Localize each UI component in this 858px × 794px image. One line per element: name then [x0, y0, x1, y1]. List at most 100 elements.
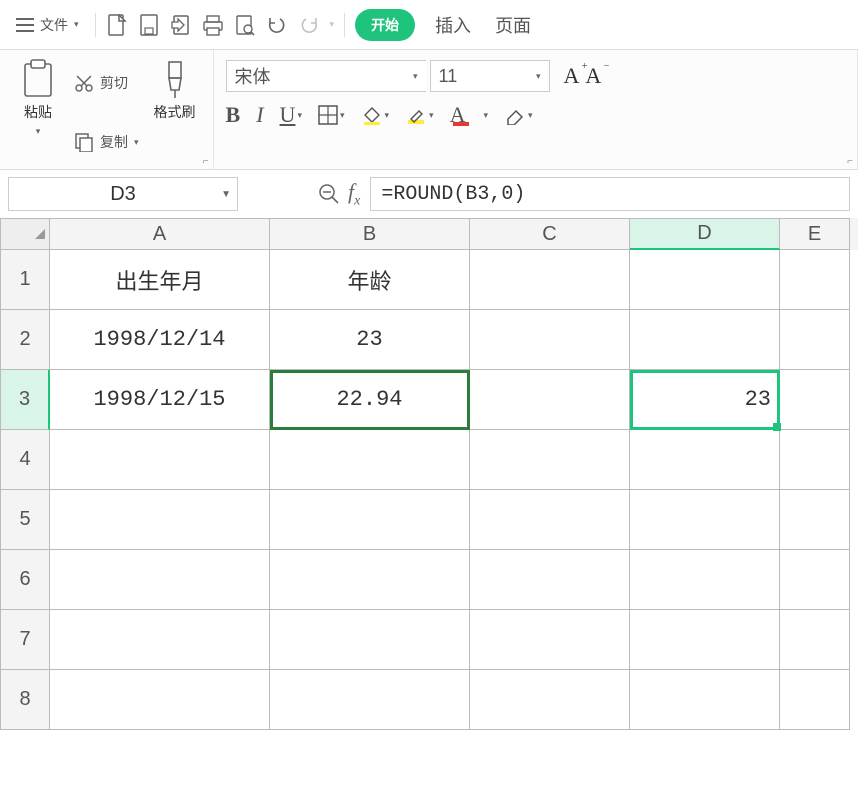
tab-start[interactable]: 开始: [355, 9, 415, 41]
cell-C8[interactable]: [470, 670, 630, 730]
triangle-icon: [35, 229, 45, 239]
tab-insert[interactable]: 插入: [435, 12, 471, 38]
row-header-6[interactable]: 6: [0, 550, 50, 610]
cut-button[interactable]: 剪切: [74, 73, 139, 93]
cell-D8[interactable]: [630, 670, 780, 730]
cell-D5[interactable]: [630, 490, 780, 550]
name-box[interactable]: D3 ▼: [8, 177, 238, 211]
row-header-7[interactable]: 7: [0, 610, 50, 670]
table-row: 1 出生年月 年龄: [0, 250, 858, 310]
row-header-2[interactable]: 2: [0, 310, 50, 370]
cell-D7[interactable]: [630, 610, 780, 670]
row-header-4[interactable]: 4: [0, 430, 50, 490]
table-row: 3 1998/12/15 22.94 23: [0, 370, 858, 430]
col-header-B[interactable]: B: [270, 218, 470, 250]
font-name-select[interactable]: 宋体 ▾: [226, 60, 426, 92]
row-header-8[interactable]: 8: [0, 670, 50, 730]
cell-A8[interactable]: [50, 670, 270, 730]
cell-B8[interactable]: [270, 670, 470, 730]
cell-E2[interactable]: [780, 310, 850, 370]
grow-font-button[interactable]: A+: [564, 63, 580, 89]
cell-D3[interactable]: 23: [630, 370, 780, 430]
cell-B3[interactable]: 22.94: [270, 370, 470, 430]
formula-value: =ROUND(B3,0): [381, 183, 525, 206]
cell-C1[interactable]: [470, 250, 630, 310]
cell-E8[interactable]: [780, 670, 850, 730]
formula-input[interactable]: =ROUND(B3,0): [370, 177, 850, 211]
cell-A4[interactable]: [50, 430, 270, 490]
cell-C7[interactable]: [470, 610, 630, 670]
cell-E4[interactable]: [780, 430, 850, 490]
cell-C5[interactable]: [470, 490, 630, 550]
cell-E6[interactable]: [780, 550, 850, 610]
shrink-font-button[interactable]: A−: [585, 63, 601, 89]
fx-icon[interactable]: fx: [348, 179, 360, 209]
cell-B5[interactable]: [270, 490, 470, 550]
border-button[interactable]: ▾: [318, 105, 345, 125]
table-row: 8: [0, 670, 858, 730]
cell-B6[interactable]: [270, 550, 470, 610]
cell-A7[interactable]: [50, 610, 270, 670]
cell-A2[interactable]: 1998/12/14: [50, 310, 270, 370]
select-all-corner[interactable]: [0, 218, 50, 250]
cell-C4[interactable]: [470, 430, 630, 490]
cell-B7[interactable]: [270, 610, 470, 670]
scissors-icon: [74, 73, 94, 93]
underline-button[interactable]: U▾: [280, 102, 302, 128]
tab-pagelayout[interactable]: 页面: [495, 12, 531, 38]
paste-button[interactable]: 粘贴▾: [10, 58, 66, 167]
zoom-out-icon[interactable]: [318, 183, 340, 205]
cell-E7[interactable]: [780, 610, 850, 670]
col-header-E[interactable]: E: [780, 218, 850, 250]
fill-color-button[interactable]: ▾: [361, 105, 390, 125]
row-header-5[interactable]: 5: [0, 490, 50, 550]
dialog-launcher-icon[interactable]: ⌐: [847, 156, 853, 167]
cell-C2[interactable]: [470, 310, 630, 370]
cell-D2[interactable]: [630, 310, 780, 370]
file-menu[interactable]: 文件 ▾: [10, 11, 85, 39]
cell-E5[interactable]: [780, 490, 850, 550]
eraser-button[interactable]: ▾: [504, 105, 533, 125]
formula-bar: D3 ▼ fx =ROUND(B3,0): [0, 170, 858, 218]
dialog-launcher-icon[interactable]: ⌐: [203, 156, 209, 167]
undo-icon[interactable]: [266, 14, 288, 36]
cell-A1[interactable]: 出生年月: [50, 250, 270, 310]
format-brush-button[interactable]: 格式刷: [147, 58, 203, 167]
bold-button[interactable]: B: [226, 102, 241, 128]
cell-D1[interactable]: [630, 250, 780, 310]
font-size-select[interactable]: 11 ▾: [430, 60, 550, 92]
copy-button[interactable]: 复制 ▾: [74, 132, 139, 152]
row-header-1[interactable]: 1: [0, 250, 50, 310]
cell-B2[interactable]: 23: [270, 310, 470, 370]
new-doc-icon[interactable]: [106, 14, 128, 36]
cell-C6[interactable]: [470, 550, 630, 610]
print-icon[interactable]: [202, 14, 224, 36]
cell-D4[interactable]: [630, 430, 780, 490]
cell-E3[interactable]: [780, 370, 850, 430]
row-header-3[interactable]: 3: [0, 370, 50, 430]
col-header-A[interactable]: A: [50, 218, 270, 250]
cell-C3[interactable]: [470, 370, 630, 430]
cell-B4[interactable]: [270, 430, 470, 490]
cell-A3[interactable]: 1998/12/15: [50, 370, 270, 430]
font-color-button[interactable]: A▾: [450, 102, 488, 128]
column-headers: A B C D E: [0, 218, 858, 250]
clipboard-group: 粘贴▾ 剪切 复制 ▾ 格式刷 ⌐: [0, 50, 214, 169]
cell-E1[interactable]: [780, 250, 850, 310]
export-icon[interactable]: [170, 14, 192, 36]
separator: [95, 13, 96, 37]
chevron-down-icon[interactable]: ▾: [330, 19, 335, 30]
redo-icon[interactable]: [298, 14, 320, 36]
save-icon[interactable]: [138, 14, 160, 36]
cell-B1[interactable]: 年龄: [270, 250, 470, 310]
col-header-C[interactable]: C: [470, 218, 630, 250]
cell-A6[interactable]: [50, 550, 270, 610]
italic-button[interactable]: I: [256, 102, 263, 128]
cell-D6[interactable]: [630, 550, 780, 610]
col-header-D[interactable]: D: [630, 218, 780, 250]
clipboard-icon: [21, 58, 55, 98]
highlight-button[interactable]: ▾: [405, 105, 434, 125]
cell-A5[interactable]: [50, 490, 270, 550]
name-box-value: D3: [110, 183, 136, 206]
preview-icon[interactable]: [234, 14, 256, 36]
